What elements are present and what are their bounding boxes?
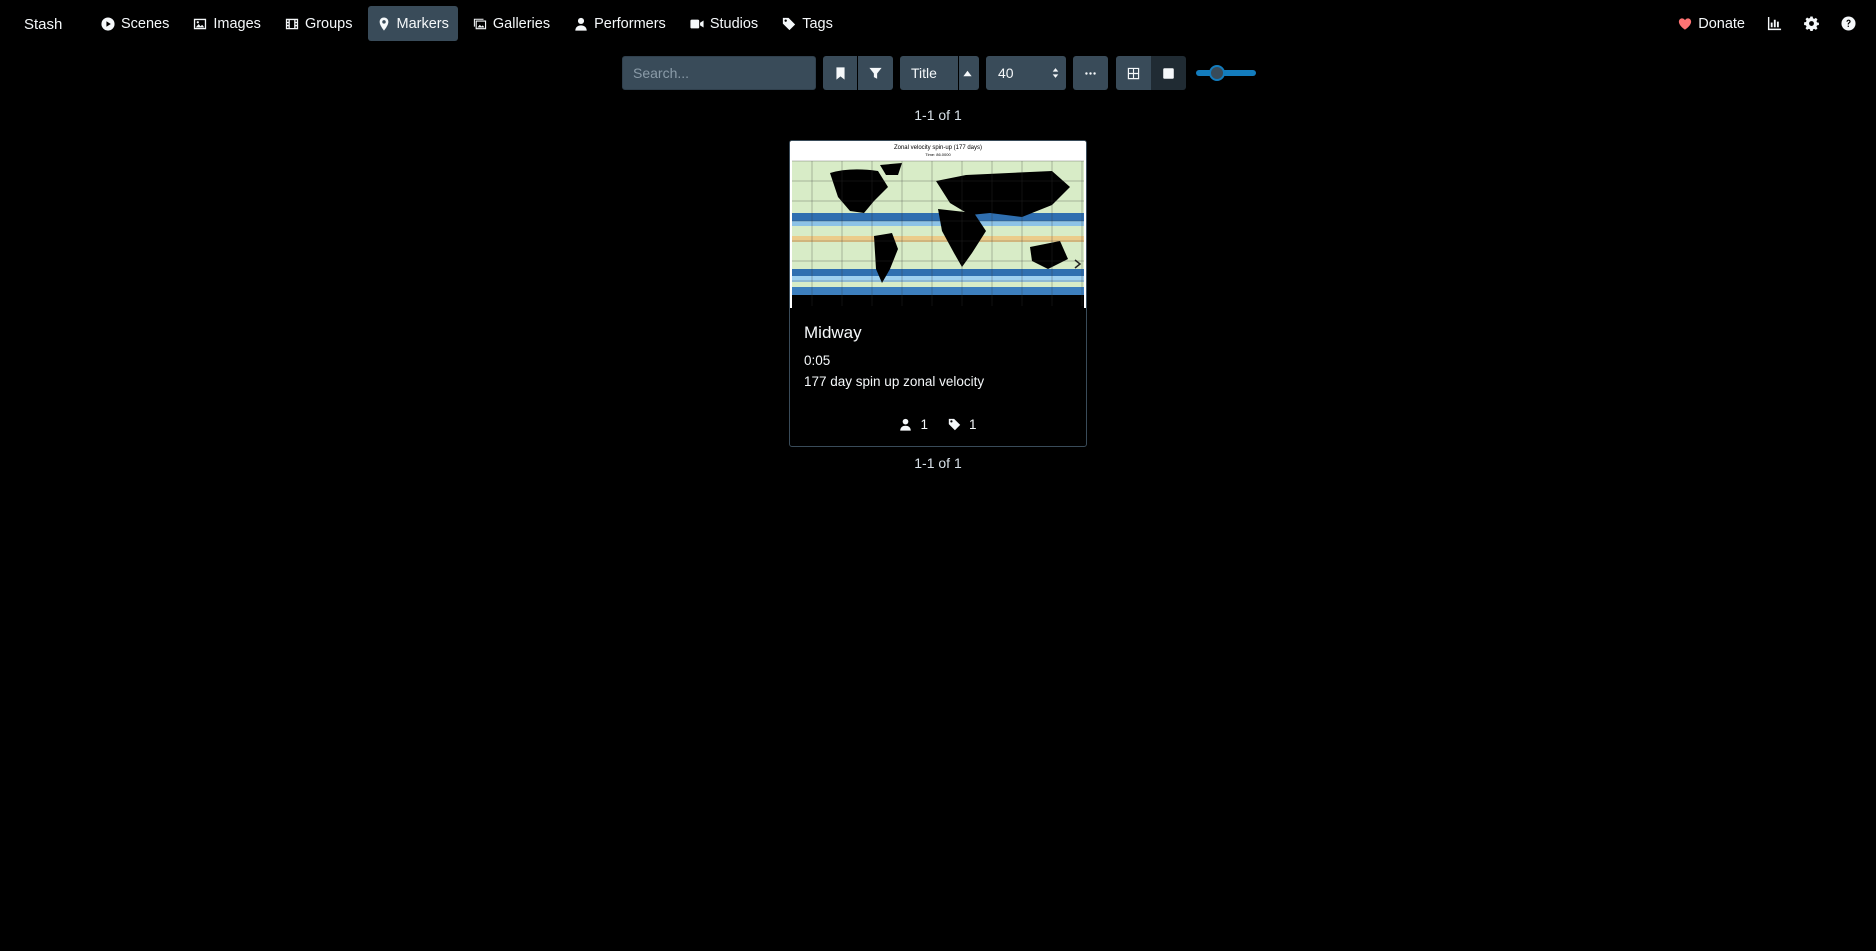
nav-item-images[interactable]: Images [184,6,270,41]
chevron-right-icon[interactable] [1074,259,1082,269]
performer-count-button[interactable]: 1 [899,417,928,432]
nav-item-label: Markers [396,15,449,32]
images-icon [473,18,486,29]
sort-arrows-icon [1052,68,1059,78]
square-icon [1163,67,1174,79]
nav-items: Scenes Images Groups Markers Galleries P… [92,6,848,41]
ellipsis-icon [1085,71,1096,75]
sort-by-label: Title [911,65,937,81]
chart-bar-icon [1767,16,1782,31]
play-circle-icon [101,16,115,31]
sort-by-dropdown[interactable]: Title [900,56,958,90]
sort-button-group: Title [900,56,979,90]
nav-item-galleries[interactable]: Galleries [464,6,559,41]
nav-item-label: Studios [709,15,759,32]
nav-item-scenes[interactable]: Scenes [92,6,178,41]
list-toolbar: Title 40 [622,56,1256,90]
tag-icon [948,418,961,431]
zoom-slider-track [1196,70,1256,76]
nav-item-label: Performers [594,15,666,32]
question-circle-icon [1841,16,1856,31]
nav-item-tags[interactable]: Tags [773,6,842,41]
more-options-button[interactable] [1073,56,1108,90]
gear-icon [1804,16,1819,31]
nav-item-label: Tags [802,15,833,32]
bookmark-icon [835,66,845,80]
search-input[interactable] [622,56,816,90]
nav-item-label: Scenes [121,15,170,32]
per-page-value: 40 [998,65,1014,81]
nav-item-groups[interactable]: Groups [276,6,362,41]
stats-button[interactable] [1767,16,1782,31]
film-icon [285,18,299,29]
grid-icon [1127,67,1140,79]
grid-view-button[interactable] [1116,56,1151,90]
tag-icon [783,17,796,30]
marker-title[interactable]: Midway [804,323,1072,343]
marker-card-body: Midway 0:05 177 day spin up zonal veloci… [790,308,1086,401]
nav-item-label: Images [213,15,261,32]
nav-item-label: Galleries [492,15,551,32]
marker-card[interactable]: Zonal velocity spin-up (177 days) Time: … [789,140,1087,447]
tag-count: 1 [969,417,977,432]
user-icon [900,418,912,431]
help-button[interactable] [1841,16,1856,31]
marker-preview[interactable]: Zonal velocity spin-up (177 days) Time: … [790,141,1086,308]
map-marker-icon [379,16,388,31]
per-page-select[interactable]: 40 [986,56,1066,90]
nav-item-performers[interactable]: Performers [565,6,675,41]
nav-item-studios[interactable]: Studios [681,6,767,41]
performer-count: 1 [920,417,928,432]
navbar: Stash Scenes Images Groups Markers Galle… [0,0,1876,48]
display-mode-group [1116,56,1186,90]
sort-direction-button[interactable] [959,56,979,90]
donate-link[interactable]: Donate [1678,16,1745,32]
filter-icon [869,67,882,79]
donate-label: Donate [1698,15,1745,32]
image-icon [194,18,207,29]
preview-title: Zonal velocity spin-up (177 days) [894,145,982,151]
marker-scene-title[interactable]: 177 day spin up zonal velocity [804,374,1072,389]
nav-right: Donate [1678,6,1856,41]
tag-count-button[interactable]: 1 [948,417,977,432]
filter-button[interactable] [858,56,893,90]
video-icon [690,19,704,28]
pagination-count-top: 1-1 of 1 [914,107,962,123]
preview-image: Zonal velocity spin-up (177 days) Time: … [790,141,1086,308]
card-popovers: 1 1 [790,417,1086,432]
brand-link[interactable]: Stash [24,16,62,33]
caret-up-icon [962,70,972,76]
pagination-count-bottom: 1-1 of 1 [914,455,962,471]
nav-item-markers[interactable]: Markers [367,6,458,41]
settings-button[interactable] [1804,16,1819,31]
user-icon [575,17,587,31]
saved-filters-button[interactable] [823,56,857,90]
wall-view-button[interactable] [1151,56,1186,90]
nav-item-label: Groups [304,15,353,32]
marker-time: 0:05 [804,353,831,368]
zoom-slider-thumb[interactable] [1209,65,1225,81]
zoom-slider[interactable] [1196,56,1256,90]
filter-button-group [823,56,893,90]
preview-subtitle: Time: 86.0000 [925,152,951,157]
heart-icon [1679,17,1692,30]
